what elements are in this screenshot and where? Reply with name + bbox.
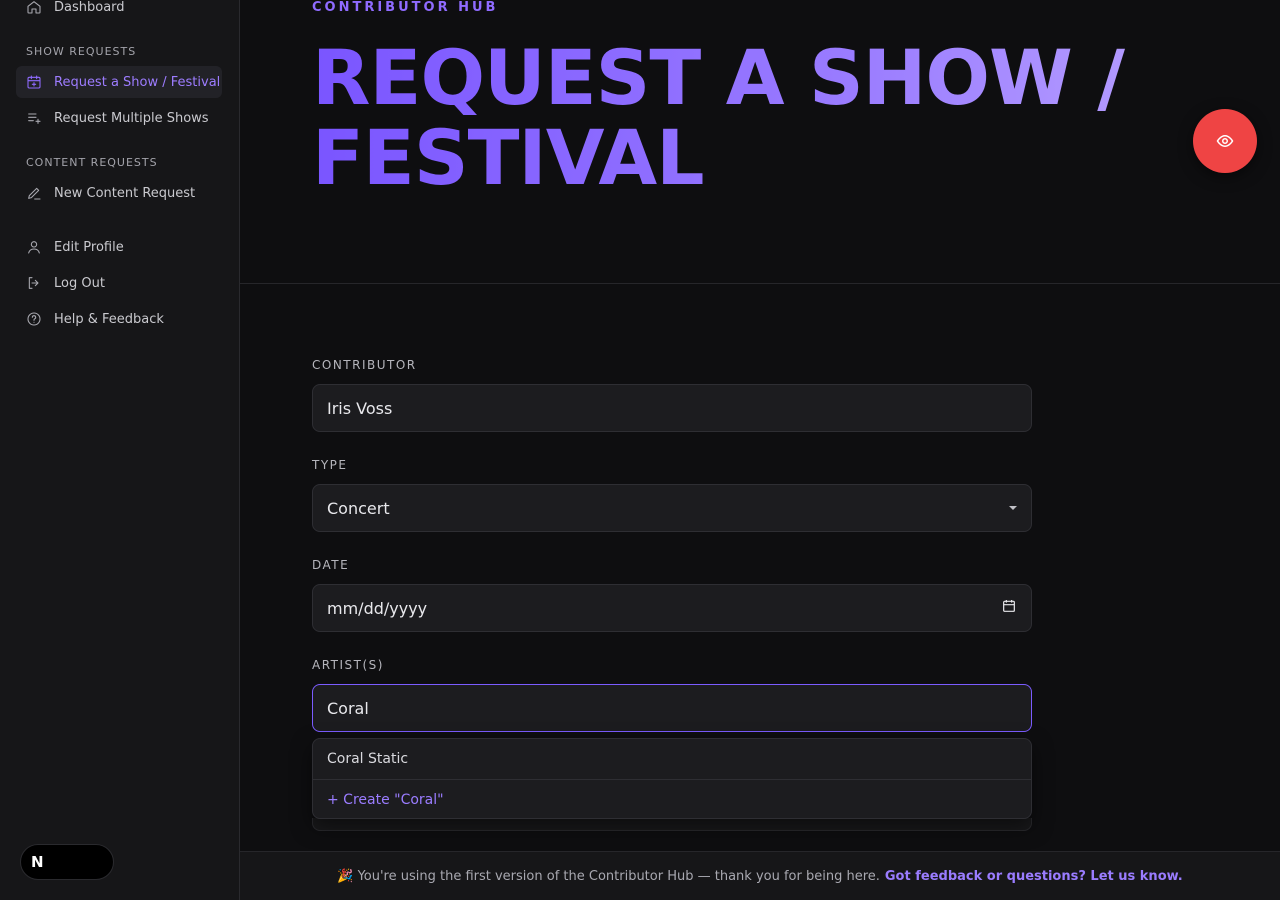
feedback-banner: 🎉 You're using the first version of the … <box>240 851 1280 900</box>
artists-input[interactable]: Coral <box>312 684 1032 732</box>
sidebar-item-label: Edit Profile <box>54 239 124 255</box>
sidebar-item-request-multiple[interactable]: Request Multiple Shows <box>16 102 222 134</box>
type-label: TYPE <box>312 458 348 472</box>
sidebar-item-label: Request a Show / Festival <box>54 74 221 90</box>
sidebar-item-label: Request Multiple Shows <box>54 110 209 126</box>
sidebar-item-new-content[interactable]: New Content Request <box>16 177 222 209</box>
page-title: REQUEST A SHOW / FESTIVAL <box>312 38 1212 198</box>
sidebar-item-label: New Content Request <box>54 185 196 201</box>
chevron-down-icon <box>1009 506 1017 510</box>
user-icon <box>28 241 40 254</box>
date-input[interactable]: mm/dd/yyyy <box>312 584 1032 632</box>
artists-label: ARTIST(S) <box>312 658 384 672</box>
contributor-field[interactable]: Iris Voss <box>312 384 1032 432</box>
artists-value: Coral <box>327 698 369 718</box>
date-placeholder: mm/dd/yyyy <box>327 598 428 618</box>
date-label: DATE <box>312 558 350 572</box>
sidebar-item-help[interactable]: Help & Feedback <box>16 303 222 335</box>
create-artist-option[interactable]: + Create "Coral" <box>313 779 1031 818</box>
contributor-label: CONTRIBUTOR <box>312 358 417 372</box>
sidebar-item-label: Dashboard <box>54 0 125 15</box>
pencil-icon <box>28 187 41 200</box>
help-circle-icon <box>27 312 41 326</box>
feedback-link[interactable]: Got feedback or questions? Let us know. <box>885 869 1183 884</box>
type-select[interactable]: Concert <box>312 484 1032 532</box>
calendar-plus-icon <box>27 75 41 89</box>
next-logo-icon: N <box>31 853 44 871</box>
page-eyebrow: CONTRIBUTOR HUB <box>312 0 499 15</box>
section-label-show-requests: SHOW REQUESTS <box>26 45 137 58</box>
sidebar-item-dashboard[interactable]: Dashboard <box>16 0 222 23</box>
section-label-content-requests: CONTENT REQUESTS <box>26 156 158 169</box>
calendar-icon[interactable] <box>1001 598 1017 618</box>
autocomplete-option[interactable]: Coral Static <box>313 739 1031 779</box>
log-out-icon <box>28 277 39 289</box>
type-value: Concert <box>327 498 390 518</box>
banner-message: 🎉 You're using the first version of the … <box>337 868 880 884</box>
sidebar-item-edit-profile[interactable]: Edit Profile <box>16 231 222 263</box>
sidebar-item-request-show[interactable]: Request a Show / Festival <box>16 66 222 98</box>
header-divider <box>240 283 1280 284</box>
dev-tools-badge[interactable]: N <box>20 844 114 880</box>
sidebar: Dashboard SHOW REQUESTS Request a Show /… <box>0 0 240 900</box>
sidebar-item-label: Log Out <box>54 275 105 291</box>
main-content: CONTRIBUTOR HUB REQUEST A SHOW / FESTIVA… <box>240 0 1280 900</box>
eye-icon <box>1216 134 1234 148</box>
preview-button[interactable] <box>1193 109 1257 173</box>
hidden-field-edge <box>312 818 1032 831</box>
contributor-value: Iris Voss <box>327 398 393 418</box>
sidebar-item-label: Help & Feedback <box>54 311 164 327</box>
list-plus-icon <box>28 113 41 124</box>
sidebar-item-log-out[interactable]: Log Out <box>16 267 222 299</box>
artist-autocomplete: Coral Static + Create "Coral" <box>312 738 1032 819</box>
home-icon <box>27 1 41 14</box>
